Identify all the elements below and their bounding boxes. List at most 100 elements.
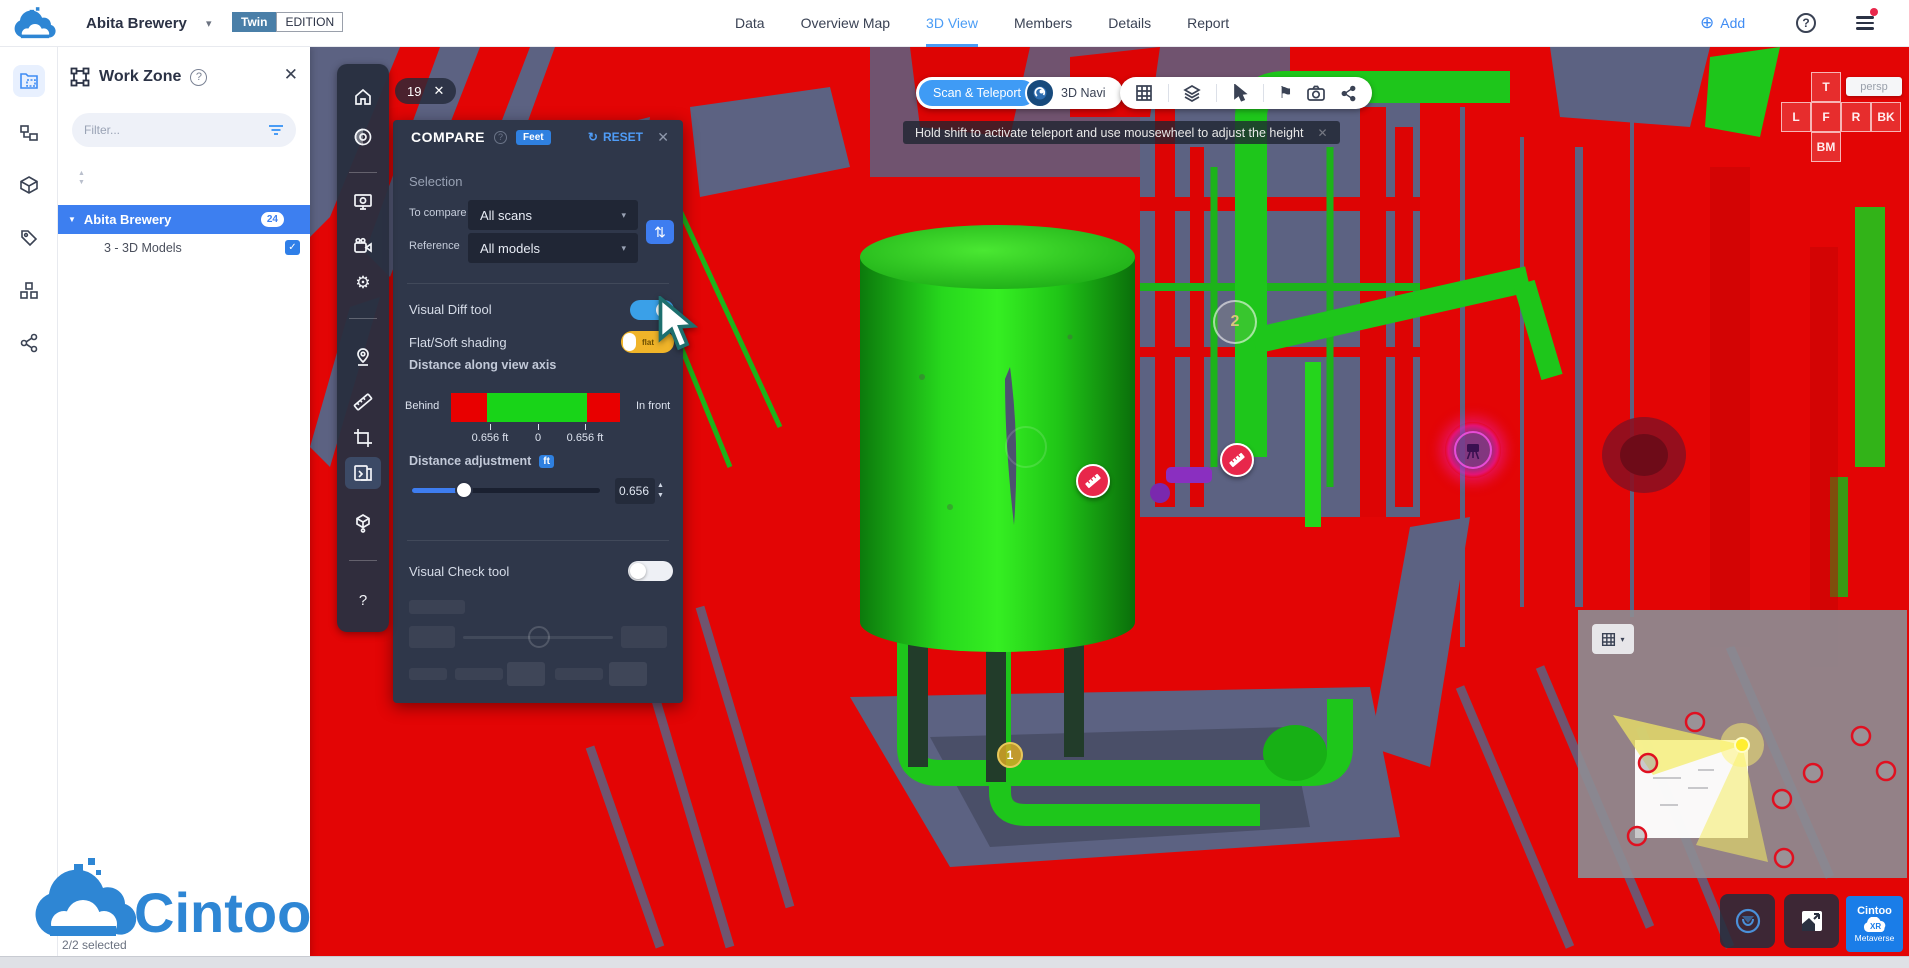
cube-right[interactable]: R xyxy=(1841,102,1871,132)
help-button[interactable]: ? xyxy=(1796,13,1816,33)
select-cursor-icon[interactable] xyxy=(1232,84,1248,102)
compare-help-icon[interactable]: ? xyxy=(494,131,507,144)
tab-report[interactable]: Report xyxy=(1187,0,1229,47)
tree-collapse-control[interactable]: ▲ ▼ xyxy=(78,169,85,187)
cube-back[interactable]: BK xyxy=(1871,102,1901,132)
scan-position-marker[interactable] xyxy=(1639,754,1657,772)
filter-field[interactable] xyxy=(72,113,296,147)
close-panel-button[interactable]: ✕ xyxy=(284,65,298,85)
distance-slider-knob[interactable] xyxy=(455,481,473,499)
compare-panel: COMPARE ? Feet ↻ RESET ✕ Selection To co… xyxy=(393,120,683,703)
expand-chevron-icon[interactable]: ▼ xyxy=(68,215,76,224)
viewer-actions-bar: ⚑ xyxy=(1120,77,1372,109)
animation-icon[interactable] xyxy=(351,235,375,259)
rail-assets-button[interactable] xyxy=(13,275,45,307)
compare-tool-icon[interactable] xyxy=(351,461,375,485)
reset-icon: ↻ xyxy=(588,130,598,144)
tree-root-label[interactable]: Abita Brewery xyxy=(84,212,261,227)
scan-position-marker[interactable] xyxy=(1628,827,1646,845)
3d-navi-mode-button[interactable]: 3D Navi xyxy=(1051,86,1119,100)
selection-summary: 2/2 selected xyxy=(62,938,127,952)
scan-position-marker[interactable] xyxy=(1852,727,1870,745)
cube-left[interactable]: L xyxy=(1781,102,1811,132)
grid-view-icon[interactable] xyxy=(1135,84,1153,102)
chevron-down-icon[interactable]: ▾ xyxy=(206,17,212,30)
badge-edition: EDITION xyxy=(276,12,343,32)
filter-icon[interactable] xyxy=(268,123,284,137)
camera-icon[interactable] xyxy=(1307,85,1325,101)
vr-mode-button[interactable] xyxy=(1720,894,1775,948)
measurement-marker[interactable] xyxy=(1076,464,1110,498)
home-icon[interactable] xyxy=(351,85,375,109)
scan-model-icon[interactable] xyxy=(351,511,375,535)
distance-value-input[interactable]: 0.656 xyxy=(615,478,655,504)
scan-position-marker[interactable] xyxy=(1877,762,1895,780)
reset-button[interactable]: ↻ RESET xyxy=(588,130,643,144)
reference-dropdown[interactable]: All models ▾ xyxy=(468,233,638,263)
work-zone-help-icon[interactable]: ? xyxy=(190,69,207,86)
rail-work-zone-button[interactable] xyxy=(13,65,45,97)
model-checkbox[interactable]: ✓ xyxy=(285,240,300,255)
tree-row-child[interactable]: 3 - 3D Models ✓ xyxy=(58,234,310,261)
settings-gear-icon[interactable]: ⚙ xyxy=(351,271,375,295)
menu-button[interactable] xyxy=(1856,13,1874,33)
cube-front[interactable]: F xyxy=(1811,102,1841,132)
swap-selection-button[interactable]: ⇅ xyxy=(646,220,674,244)
scan-position-marker[interactable] xyxy=(1773,790,1791,808)
close-scan-icon[interactable]: ✕ xyxy=(433,83,444,99)
cube-top[interactable]: T xyxy=(1811,72,1841,102)
share-view-icon[interactable] xyxy=(1340,85,1357,102)
add-button[interactable]: ⊕ Add xyxy=(1700,13,1745,33)
teleport-mode-icon[interactable] xyxy=(1025,78,1055,108)
rail-tags-button[interactable] xyxy=(13,222,45,254)
scan-number: 19 xyxy=(407,84,421,99)
close-compare-icon[interactable]: ✕ xyxy=(657,129,669,146)
rail-3d-models-button[interactable] xyxy=(13,169,45,201)
cintoo-metaverse-button[interactable]: Cintoo XR Metaverse xyxy=(1846,896,1903,952)
cube-bottom[interactable]: BM xyxy=(1811,132,1841,162)
toolbar-help-icon[interactable]: ? xyxy=(351,588,375,612)
view-cube: T L F R BK BM persp xyxy=(1766,60,1909,170)
scan-teleport-mode-button[interactable]: Scan & Teleport xyxy=(919,80,1035,106)
minimap-grid-button[interactable]: ▾ xyxy=(1592,624,1634,654)
visual-check-toggle[interactable] xyxy=(628,561,673,581)
viewpoint-pin-icon[interactable] xyxy=(351,345,375,369)
tab-overview-map[interactable]: Overview Map xyxy=(801,0,890,47)
scan-marker-2[interactable]: 2 xyxy=(1213,300,1257,344)
scan-position-marker[interactable] xyxy=(1804,764,1822,782)
panorama-marker[interactable] xyxy=(1445,422,1501,478)
rail-hierarchy-button[interactable] xyxy=(13,117,45,149)
tab-3d-view[interactable]: 3D View xyxy=(926,0,978,47)
flag-annotation-icon[interactable]: ⚑ xyxy=(1278,83,1292,103)
projection-toggle[interactable]: persp xyxy=(1846,77,1902,96)
cintoo-logo-icon[interactable] xyxy=(12,7,58,41)
tooltip-close-icon[interactable]: ✕ xyxy=(1317,126,1327,140)
scan-marker-1[interactable]: 1 xyxy=(997,742,1023,768)
to-compare-dropdown[interactable]: All scans ▾ xyxy=(468,200,638,230)
tick-right: 0.656 ft xyxy=(555,432,615,444)
scan-position-marker[interactable] xyxy=(1775,849,1793,867)
dropdown-caret-icon: ▾ xyxy=(621,243,626,254)
layers-icon[interactable] xyxy=(1183,84,1201,102)
filter-input[interactable] xyxy=(84,123,268,137)
left-icon-rail xyxy=(0,47,58,956)
scan-position-marker[interactable] xyxy=(1686,713,1704,731)
rail-share-button[interactable] xyxy=(13,327,45,359)
tree-row-root[interactable]: ▼ Abita Brewery 24 xyxy=(58,205,310,234)
measurement-marker[interactable] xyxy=(1220,443,1254,477)
render-mode-icon[interactable] xyxy=(351,125,375,149)
tab-data[interactable]: Data xyxy=(735,0,765,47)
item-count-badge: 24 xyxy=(261,212,284,227)
value-spinner[interactable]: ▲▼ xyxy=(657,477,664,499)
edition-badge: Twin EDITION xyxy=(232,12,343,32)
measure-ruler-icon[interactable] xyxy=(351,390,375,414)
tab-details[interactable]: Details xyxy=(1108,0,1151,47)
project-name[interactable]: Abita Brewery xyxy=(86,0,187,47)
screen-settings-icon[interactable] xyxy=(351,190,375,214)
crop-icon[interactable] xyxy=(351,426,375,450)
screenshot-button[interactable] xyxy=(1784,894,1839,948)
tree-child-label[interactable]: 3 - 3D Models xyxy=(104,241,285,255)
tab-members[interactable]: Members xyxy=(1014,0,1072,47)
minimap[interactable]: ▾ xyxy=(1578,610,1907,878)
scan-number-chip[interactable]: 19 ✕ xyxy=(395,78,456,104)
